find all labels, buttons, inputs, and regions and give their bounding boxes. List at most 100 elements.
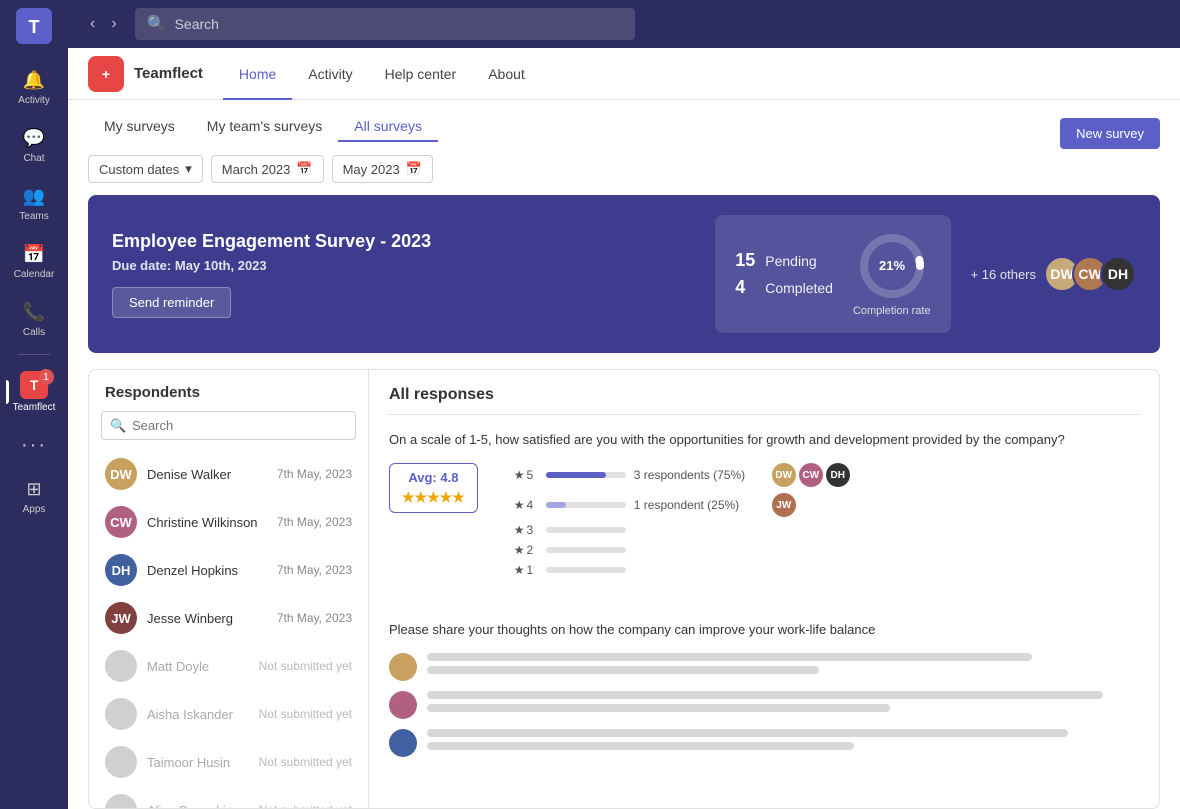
tab-my-surveys[interactable]: My surveys: [88, 112, 191, 142]
chat-icon: 💬: [22, 126, 46, 150]
avatar-3: DH: [1100, 256, 1136, 292]
more-icon: ···: [22, 433, 46, 457]
sidebar-item-calls-label: Calls: [23, 327, 45, 338]
teamflect-badge: 1: [38, 369, 54, 385]
end-date-btn[interactable]: May 2023 📅: [332, 155, 433, 183]
app-logo: +: [88, 56, 124, 92]
respondent-name: Aisha Iskander: [147, 707, 233, 722]
survey-due: Due date: May 10th, 2023: [112, 258, 695, 273]
text-response-section: [389, 653, 1139, 757]
text-line: [427, 666, 819, 674]
calls-icon: 📞: [22, 300, 46, 324]
small-avatar: CW: [799, 463, 823, 487]
respondent-avatar: [105, 746, 137, 778]
list-item[interactable]: DW Denise Walker 7th May, 2023: [89, 450, 368, 498]
send-reminder-button[interactable]: Send reminder: [112, 287, 231, 318]
svg-text:+: +: [102, 66, 110, 82]
respondent-name: Jesse Winberg: [147, 611, 233, 626]
apps-icon: ⊞: [22, 477, 46, 501]
app-nav-home[interactable]: Home: [223, 49, 292, 100]
back-arrow[interactable]: ‹: [84, 11, 101, 37]
new-survey-button[interactable]: New survey: [1060, 118, 1160, 149]
respondent-avatar: DH: [105, 554, 137, 586]
rating-row-5: ★ 5 3 respondents (75%) DW CW DH: [514, 463, 850, 487]
text-line: [427, 729, 1068, 737]
due-date-val: May 10th, 2023: [175, 258, 267, 273]
sidebar-item-calendar[interactable]: 📅 Calendar: [6, 234, 62, 288]
respondent-name: Denzel Hopkins: [147, 563, 238, 578]
respondent-name: Taimoor Husin: [147, 755, 230, 770]
respondent-avatar: [105, 698, 137, 730]
rating-bar-fill-5: [546, 472, 606, 478]
list-item[interactable]: DH Denzel Hopkins 7th May, 2023: [89, 546, 368, 594]
sidebar-item-calendar-label: Calendar: [14, 269, 55, 280]
app-nav-about[interactable]: About: [472, 49, 541, 100]
survey-title: Employee Engagement Survey - 2023: [112, 231, 695, 252]
respondents-search-input[interactable]: [101, 411, 356, 440]
pending-count: 15: [735, 250, 755, 271]
tab-all-surveys[interactable]: All surveys: [338, 112, 438, 142]
sidebar-item-activity[interactable]: 🔔 Activity: [6, 60, 62, 114]
sidebar-item-teams[interactable]: 👥 Teams: [6, 176, 62, 230]
text-lines-3: [427, 729, 1139, 755]
list-item[interactable]: Taimoor Husin Not submitted yet: [89, 738, 368, 786]
question-text-2: Please share your thoughts on how the co…: [389, 621, 1139, 639]
sidebar-item-apps[interactable]: ⊞ Apps: [6, 469, 62, 523]
search-wrapper: 🔍: [101, 411, 356, 440]
svg-text:21%: 21%: [879, 258, 905, 273]
tab-my-team-surveys[interactable]: My team's surveys: [191, 112, 338, 142]
star-label-4: ★ 4: [514, 498, 538, 512]
calendar-end-icon: 📅: [406, 161, 422, 177]
date-filters: Custom dates ▾ March 2023 📅 May 2023 📅: [88, 155, 1160, 195]
respondents-list: DW Denise Walker 7th May, 2023 CW Christ…: [89, 450, 368, 808]
question-text-1: On a scale of 1-5, how satisfied are you…: [389, 431, 1139, 449]
sidebar-item-chat-label: Chat: [23, 153, 44, 164]
sidebar-item-teamflect[interactable]: T Teamflect 1: [6, 363, 62, 421]
app-nav: Home Activity Help center About: [223, 48, 541, 99]
sidebar-item-calls[interactable]: 📞 Calls: [6, 292, 62, 346]
teams-logo: T: [16, 8, 52, 44]
survey-controls: My surveys My team's surveys All surveys…: [68, 100, 1180, 195]
pending-stat: 15 Pending: [735, 250, 833, 271]
completed-label: Completed: [765, 280, 833, 296]
rating-row-3: ★ 3: [514, 523, 850, 537]
rating-count-4: 1 respondent (25%): [634, 498, 764, 512]
respondent-date: 7th May, 2023: [277, 515, 352, 529]
completed-count: 4: [735, 277, 755, 298]
response-avatar-3: [389, 729, 417, 757]
app-nav-help[interactable]: Help center: [369, 49, 473, 100]
respondent-date: 7th May, 2023: [277, 467, 352, 481]
app-nav-activity[interactable]: Activity: [292, 49, 368, 100]
top-search-bar[interactable]: 🔍: [135, 8, 635, 40]
custom-dates-btn[interactable]: Custom dates ▾: [88, 155, 203, 183]
response-avatar-1: [389, 653, 417, 681]
forward-arrow[interactable]: ›: [105, 11, 122, 37]
text-lines-1: [427, 653, 1139, 679]
rating-bar-bg-5: [546, 472, 626, 478]
start-date-btn[interactable]: March 2023 📅: [211, 155, 324, 183]
rating-chart: ★ 5 3 respondents (75%) DW CW DH: [514, 463, 850, 583]
list-item[interactable]: Matt Doyle Not submitted yet: [89, 642, 368, 690]
list-item[interactable]: JW Jesse Winberg 7th May, 2023: [89, 594, 368, 642]
list-item[interactable]: CW Christine Wilkinson 7th May, 2023: [89, 498, 368, 546]
search-input[interactable]: [175, 16, 623, 32]
respondent-date: Not submitted yet: [259, 659, 352, 673]
avg-badge: Avg: 4.8 ★★★★★: [389, 463, 478, 513]
svg-text:T: T: [29, 17, 40, 37]
respondent-date: Not submitted yet: [259, 755, 352, 769]
list-item[interactable]: Aisha Iskander Not submitted yet: [89, 690, 368, 738]
respondent-avatar: DW: [105, 458, 137, 490]
donut-area: 21% Completion rate: [853, 231, 931, 317]
respondent-name: Matt Doyle: [147, 659, 209, 674]
respondent-avatar: [105, 650, 137, 682]
list-item[interactable]: Alice Sengakis Not submitted yet: [89, 786, 368, 808]
respondents-title: Respondents: [105, 384, 200, 401]
sidebar-item-more[interactable]: ···: [6, 425, 62, 465]
nav-arrows: ‹ ›: [84, 11, 123, 37]
rating-bar-bg-4: [546, 502, 626, 508]
star-label-1: ★ 1: [514, 563, 538, 577]
respondent-avatar: [105, 794, 137, 808]
sidebar-item-chat[interactable]: 💬 Chat: [6, 118, 62, 172]
respondents-search-area: 🔍: [89, 411, 368, 450]
question-block-2: Please share your thoughts on how the co…: [389, 621, 1139, 757]
